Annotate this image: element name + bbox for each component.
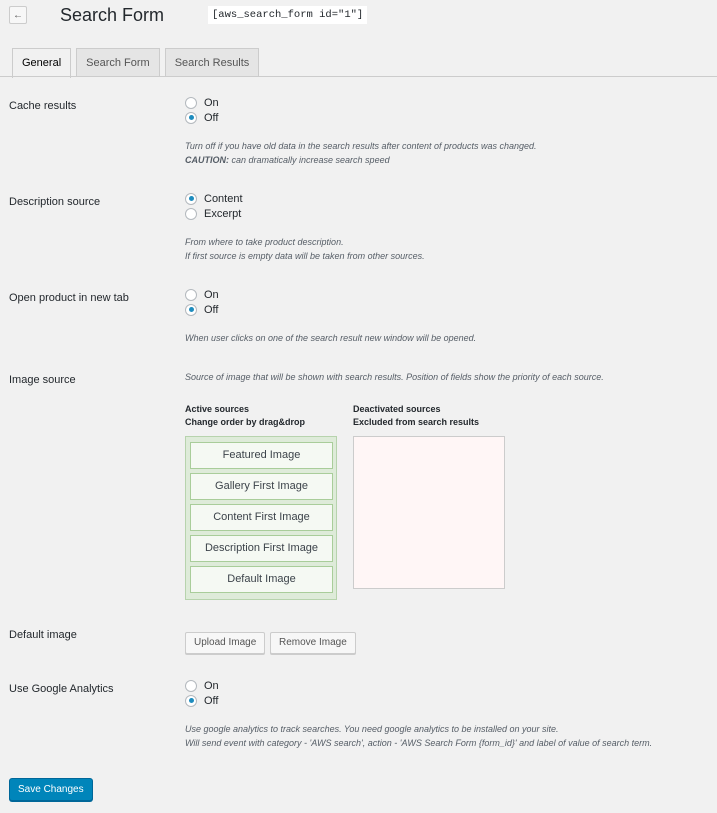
new-tab-on-option[interactable]: On <box>185 287 219 302</box>
save-changes-button[interactable]: Save Changes <box>9 778 93 801</box>
cache-off-radio[interactable] <box>185 111 197 124</box>
shortcode-display[interactable]: [aws_search_form id="1"] <box>208 6 368 24</box>
image-source-description: Source of image that will be shown with … <box>185 372 604 382</box>
description-source-options: Content Excerpt <box>185 191 243 221</box>
cache-description: Turn off if you have old data in the sea… <box>185 139 705 167</box>
cache-on-label: On <box>204 96 219 109</box>
desc-source-line2: If first source is empty data will be ta… <box>185 251 425 261</box>
tab-search-results[interactable]: Search Results <box>164 48 260 77</box>
analytics-desc-line1: Use google analytics to track searches. … <box>185 724 559 734</box>
active-sources-heading: Active sources Change order by drag&drop <box>185 403 305 429</box>
analytics-off-option[interactable]: Off <box>185 693 219 708</box>
analytics-off-radio[interactable] <box>185 694 197 707</box>
new-tab-on-label: On <box>204 288 219 301</box>
cache-on-radio[interactable] <box>185 96 197 109</box>
arrow-left-icon: ← <box>13 9 23 21</box>
cache-off-label: Off <box>204 111 219 124</box>
remove-image-button[interactable]: Remove Image <box>270 632 356 654</box>
cache-desc-line1: Turn off if you have old data in the sea… <box>185 141 537 151</box>
google-analytics-options: On Off <box>185 678 219 708</box>
image-source-label: Image source <box>9 374 76 386</box>
deactivated-sources-list[interactable] <box>353 436 505 589</box>
analytics-on-radio[interactable] <box>185 679 197 692</box>
new-tab-off-label: Off <box>204 303 219 316</box>
description-source-label: Description source <box>9 196 101 208</box>
analytics-desc-line2: Will send event with category - 'AWS sea… <box>185 738 653 748</box>
back-button[interactable]: ← <box>9 6 27 24</box>
caution-text: can dramatically increase search speed <box>229 155 390 165</box>
cache-off-option[interactable]: Off <box>185 110 219 125</box>
caution-label: CAUTION: <box>185 155 229 165</box>
default-image-label: Default image <box>9 629 77 641</box>
analytics-on-label: On <box>204 679 219 692</box>
excerpt-option[interactable]: Excerpt <box>185 206 243 221</box>
google-analytics-label: Use Google Analytics <box>9 683 114 695</box>
new-tab-off-option[interactable]: Off <box>185 302 219 317</box>
cache-results-label: Cache results <box>9 100 77 112</box>
new-tab-description: When user clicks on one of the search re… <box>185 333 477 343</box>
tabs-divider <box>0 76 717 77</box>
analytics-off-label: Off <box>204 694 219 707</box>
tab-general[interactable]: General <box>12 48 72 78</box>
new-tab-options: On Off <box>185 287 219 317</box>
new-tab-off-radio[interactable] <box>185 303 197 316</box>
deactivated-sources-subtitle: Excluded from search results <box>353 417 480 427</box>
content-radio[interactable] <box>185 192 197 205</box>
excerpt-radio[interactable] <box>185 207 197 220</box>
deactivated-sources-title: Deactivated sources <box>353 404 441 414</box>
cache-on-option[interactable]: On <box>185 95 219 110</box>
desc-source-line1: From where to take product description. <box>185 237 344 247</box>
active-sources-subtitle: Change order by drag&drop <box>185 417 306 427</box>
google-analytics-description: Use google analytics to track searches. … <box>185 722 715 750</box>
cache-results-options: On Off <box>185 95 219 125</box>
cache-desc-line2: CAUTION: can dramatically increase searc… <box>185 153 705 167</box>
description-source-description: From where to take product description. … <box>185 235 705 263</box>
upload-image-button[interactable]: Upload Image <box>185 632 266 654</box>
page-title: Search Form <box>60 5 165 25</box>
excerpt-label: Excerpt <box>204 207 242 220</box>
new-tab-on-radio[interactable] <box>185 288 197 301</box>
active-sources-list[interactable]: Featured Image Gallery First Image Conte… <box>185 436 337 600</box>
tab-bar: General Search Form Search Results <box>12 48 260 78</box>
source-item-description-first-image[interactable]: Description First Image <box>190 535 333 562</box>
source-item-default-image[interactable]: Default Image <box>190 566 333 593</box>
deactivated-sources-heading: Deactivated sources Excluded from search… <box>353 403 479 429</box>
content-option[interactable]: Content <box>185 191 243 206</box>
source-item-gallery-first-image[interactable]: Gallery First Image <box>190 473 333 500</box>
new-tab-label: Open product in new tab <box>9 292 129 304</box>
active-sources-title: Active sources <box>185 404 250 414</box>
source-item-content-first-image[interactable]: Content First Image <box>190 504 333 531</box>
analytics-on-option[interactable]: On <box>185 678 219 693</box>
source-item-featured-image[interactable]: Featured Image <box>190 442 333 469</box>
tab-search-form[interactable]: Search Form <box>76 48 160 77</box>
content-label: Content <box>204 192 243 205</box>
